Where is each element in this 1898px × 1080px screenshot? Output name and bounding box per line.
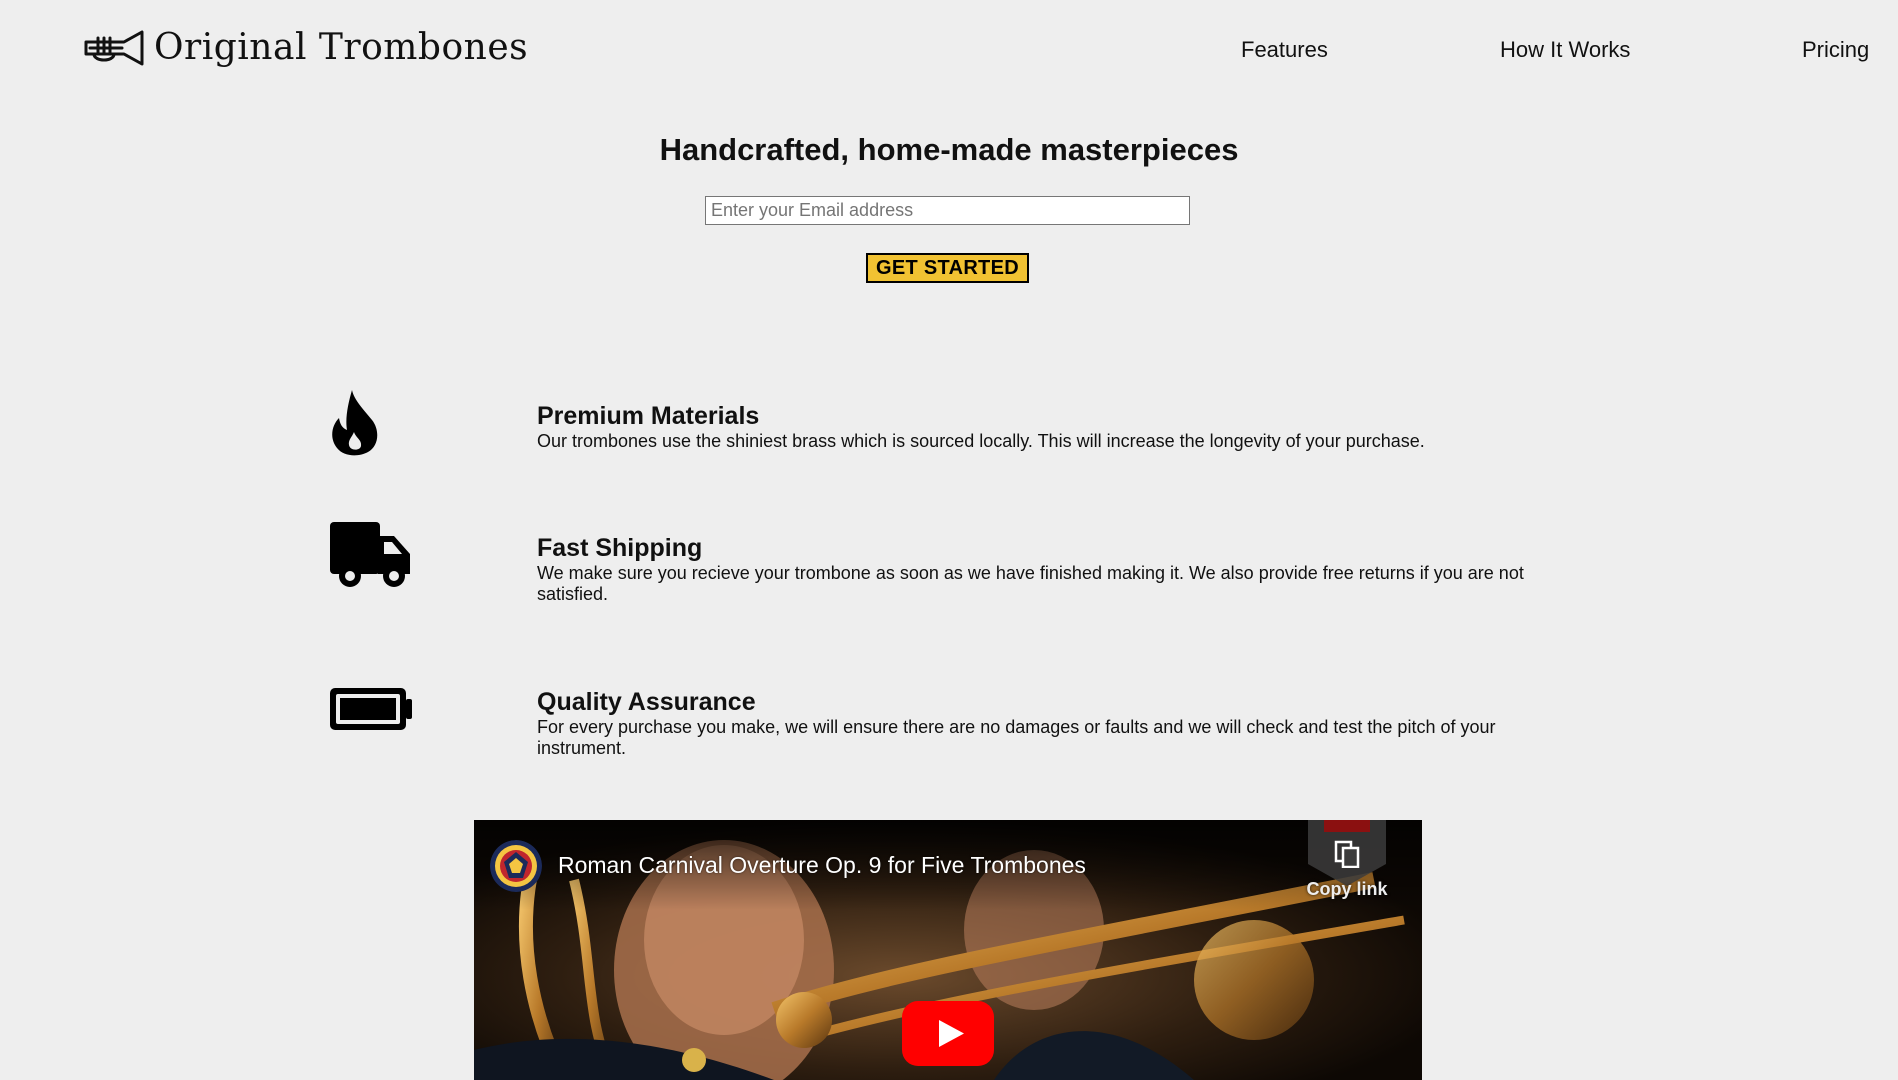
feature-text: Fast Shipping We make sure you recieve y… bbox=[537, 534, 1567, 605]
feature-title: Quality Assurance bbox=[537, 688, 756, 716]
copy-link-button[interactable]: Copy link bbox=[1300, 820, 1390, 910]
feature-description: For every purchase you make, we will ens… bbox=[537, 717, 1496, 758]
feature-text: Quality Assurance For every purchase you… bbox=[537, 688, 1567, 759]
nav-link-how-it-works[interactable]: How It Works bbox=[1500, 36, 1630, 64]
battery-full-icon bbox=[330, 688, 412, 730]
fire-icon bbox=[332, 390, 378, 456]
nav-link-pricing[interactable]: Pricing bbox=[1802, 36, 1869, 64]
nav-link-features[interactable]: Features bbox=[1241, 36, 1328, 64]
video-embed[interactable]: Roman Carnival Overture Op. 9 for Five T… bbox=[474, 820, 1422, 1080]
feature-text: Premium Materials Our trombones use the … bbox=[537, 402, 1567, 452]
site-header: Original Trombones Features How It Works… bbox=[0, 0, 1898, 100]
hero-title: Handcrafted, home-made masterpieces bbox=[659, 132, 1239, 167]
youtube-play-icon[interactable] bbox=[902, 1001, 994, 1066]
channel-avatar[interactable] bbox=[490, 840, 542, 892]
page-root: Original Trombones Features How It Works… bbox=[0, 0, 1898, 1080]
feature-title: Premium Materials bbox=[537, 402, 760, 430]
feature-title: Fast Shipping bbox=[537, 534, 703, 562]
get-started-button[interactable]: GET STARTED bbox=[866, 253, 1029, 283]
copy-link-label: Copy link bbox=[1306, 879, 1388, 899]
email-input[interactable] bbox=[705, 196, 1190, 225]
main-nav: Features How It Works Pricing bbox=[0, 36, 1898, 66]
feature-description: Our trombones use the shiniest brass whi… bbox=[537, 431, 1425, 451]
video-title[interactable]: Roman Carnival Overture Op. 9 for Five T… bbox=[558, 850, 1086, 880]
feature-description: We make sure you recieve your trombone a… bbox=[537, 563, 1524, 604]
copy-icon bbox=[1334, 840, 1360, 868]
truck-icon bbox=[330, 522, 410, 587]
